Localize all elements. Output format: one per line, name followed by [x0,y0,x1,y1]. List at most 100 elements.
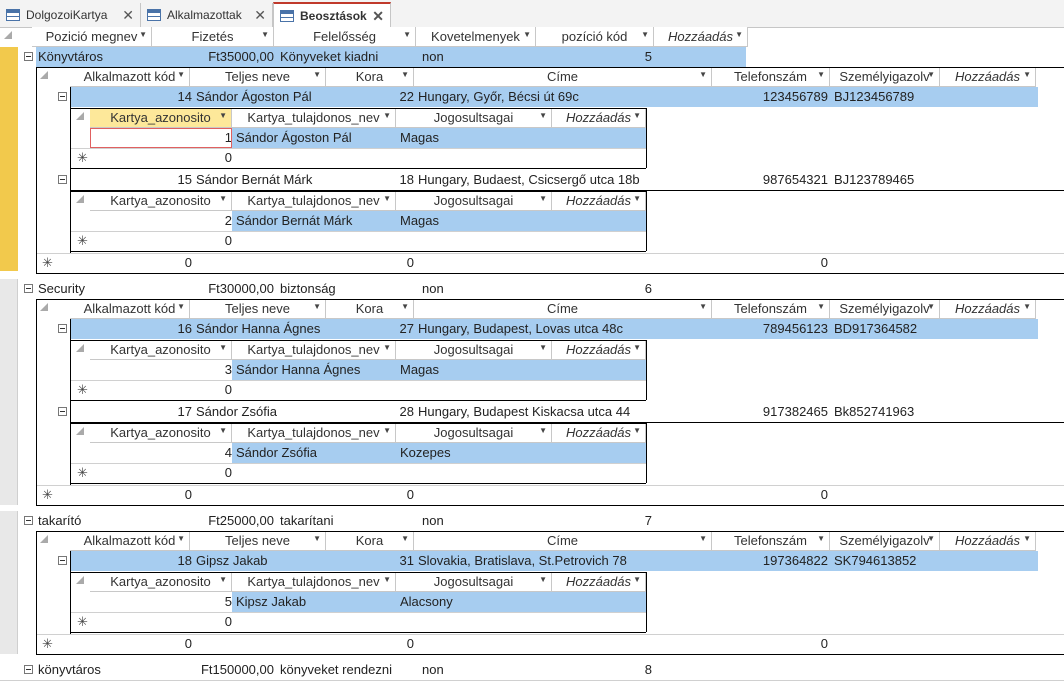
dropdown-arrow-icon[interactable]: ▼ [817,534,825,543]
collapse-toggle-icon[interactable] [58,175,67,184]
position-requirements[interactable]: non [422,660,534,680]
select-all-corner-icon[interactable] [76,344,84,352]
select-all-corner-icon[interactable] [4,31,12,39]
dropdown-arrow-icon[interactable]: ▼ [219,111,227,120]
collapse-toggle-icon[interactable] [58,324,67,333]
employee-idcard[interactable]: SK794613852 [834,551,940,571]
card-id[interactable]: 4 [90,443,232,463]
card-id[interactable]: 3 [90,360,232,380]
employee-header-col-4[interactable]: Telefonszám ▼ [712,531,830,551]
dropdown-arrow-icon[interactable]: ▼ [177,70,185,79]
employee-header-col-4[interactable]: Telefonszám ▼ [712,67,830,87]
employee-id[interactable]: 16 [70,319,192,339]
card-id[interactable]: 2 [90,211,232,231]
employee-header-col-3[interactable]: Címe ▼ [414,299,712,319]
dropdown-arrow-icon[interactable]: ▼ [401,534,409,543]
card-new-row-id[interactable]: 0 [90,148,232,168]
employee-new-id[interactable]: 0 [70,253,192,273]
card-rights[interactable]: Magas [400,360,552,380]
employee-header-col-1[interactable]: Teljes neve ▼ [190,531,326,551]
card-rights[interactable]: Magas [400,128,552,148]
employee-new-id[interactable]: 0 [70,634,192,654]
employee-address[interactable]: Hungary, Budapest Kiskacsa utca 44 [418,402,712,422]
employee-new-phone[interactable]: 0 [712,485,828,505]
employee-name[interactable]: Sándor Ágoston Pál [196,87,326,107]
dropdown-arrow-icon[interactable]: ▼ [401,70,409,79]
card-header-col-2[interactable]: Jogosultsagai ▼ [396,108,552,128]
dropdown-arrow-icon[interactable]: ▼ [927,302,935,311]
card-header-col-0[interactable]: Kartya_azonosito ▼ [90,340,232,360]
position-responsibility[interactable]: Könyveket kiadni [280,47,416,67]
select-all-corner-icon[interactable] [76,427,84,435]
employee-header-col-2[interactable]: Kora ▼ [326,531,414,551]
card-rights[interactable]: Magas [400,211,552,231]
card-owner[interactable]: Kipsz Jakab [236,592,396,612]
dropdown-arrow-icon[interactable]: ▼ [383,575,391,584]
employee-header-col-5[interactable]: Személyigazolv ▼ [830,531,940,551]
select-all-corner-icon[interactable] [76,576,84,584]
record-selector[interactable] [0,279,18,505]
position-responsibility[interactable]: takarítani [280,511,416,531]
position-salary[interactable]: Ft30000,00 [152,279,274,299]
dropdown-arrow-icon[interactable]: ▼ [261,30,269,39]
close-icon[interactable]: ✕ [254,7,266,24]
card-rights[interactable]: Alacsony [400,592,552,612]
card-header-col-2[interactable]: Jogosultsagai ▼ [396,340,552,360]
dropdown-arrow-icon[interactable]: ▼ [539,111,547,120]
employee-name[interactable]: Gipsz Jakab [196,551,326,571]
card-header-col-0[interactable]: Kartya_azonosito ▼ [90,108,232,128]
dropdown-arrow-icon[interactable]: ▼ [539,575,547,584]
select-all-corner-icon[interactable] [76,112,84,120]
card-id[interactable]: 5 [90,592,232,612]
employee-idcard[interactable]: BJ123789465 [834,170,940,190]
employee-header-col-6[interactable]: Hozzáadás ▼ [940,67,1036,87]
dropdown-arrow-icon[interactable]: ▼ [177,534,185,543]
employee-new-age[interactable]: 0 [326,485,414,505]
employee-phone[interactable]: 123456789 [712,87,828,107]
employee-address[interactable]: Hungary, Győr, Bécsi út 69c [418,87,712,107]
collapse-toggle-icon[interactable] [58,556,67,565]
position-salary[interactable]: Ft35000,00 [152,47,274,67]
card-header-col-0[interactable]: Kartya_azonosito ▼ [90,191,232,211]
position-code[interactable]: 6 [536,279,652,299]
dropdown-arrow-icon[interactable]: ▼ [633,426,641,435]
employee-header-col-1[interactable]: Teljes neve ▼ [190,67,326,87]
card-header-col-3[interactable]: Hozzáadás ▼ [552,423,646,443]
employee-header-col-3[interactable]: Címe ▼ [414,531,712,551]
dropdown-arrow-icon[interactable]: ▼ [699,302,707,311]
employee-address[interactable]: Hungary, Budapest, Lovas utca 48c [418,319,712,339]
collapse-toggle-icon[interactable] [24,284,33,293]
employee-address[interactable]: Hungary, Budaest, Csicsergő utca 18b [418,170,712,190]
dropdown-arrow-icon[interactable]: ▼ [633,343,641,352]
record-selector-current[interactable] [0,47,18,271]
employee-phone[interactable]: 987654321 [712,170,828,190]
employee-header-col-6[interactable]: Hozzáadás ▼ [940,531,1036,551]
card-header-col-1[interactable]: Kartya_tulajdonos_nev ▼ [232,340,396,360]
dropdown-arrow-icon[interactable]: ▼ [401,302,409,311]
employee-header-col-2[interactable]: Kora ▼ [326,67,414,87]
tab-alkalmazottak[interactable]: Alkalmazottak ✕ [141,3,273,27]
employee-name[interactable]: Sándor Zsófia [196,402,326,422]
employee-name[interactable]: Sándor Bernát Márk [196,170,326,190]
employee-phone[interactable]: 789456123 [712,319,828,339]
employee-header-col-2[interactable]: Kora ▼ [326,299,414,319]
employee-id[interactable]: 14 [70,87,192,107]
card-new-row-id[interactable]: 0 [90,463,232,483]
card-owner[interactable]: Sándor Ágoston Pál [236,128,396,148]
collapse-toggle-icon[interactable] [24,516,33,525]
dropdown-arrow-icon[interactable]: ▼ [383,343,391,352]
employee-id[interactable]: 18 [70,551,192,571]
main-header-col-5[interactable]: Hozzáadás ▼ [654,27,748,47]
dropdown-arrow-icon[interactable]: ▼ [539,194,547,203]
card-new-row-id[interactable]: 0 [90,231,232,251]
card-header-col-3[interactable]: Hozzáadás ▼ [552,340,646,360]
employee-new-id[interactable]: 0 [70,485,192,505]
card-owner[interactable]: Sándor Bernát Márk [236,211,396,231]
position-code[interactable]: 5 [536,47,652,67]
main-header-col-3[interactable]: Kovetelmenyek ▼ [416,27,536,47]
employee-idcard[interactable]: Bk852741963 [834,402,940,422]
employee-age[interactable]: 28 [326,402,414,422]
select-all-corner-icon[interactable] [40,303,48,311]
dropdown-arrow-icon[interactable]: ▼ [219,343,227,352]
card-header-col-0[interactable]: Kartya_azonosito ▼ [90,572,232,592]
